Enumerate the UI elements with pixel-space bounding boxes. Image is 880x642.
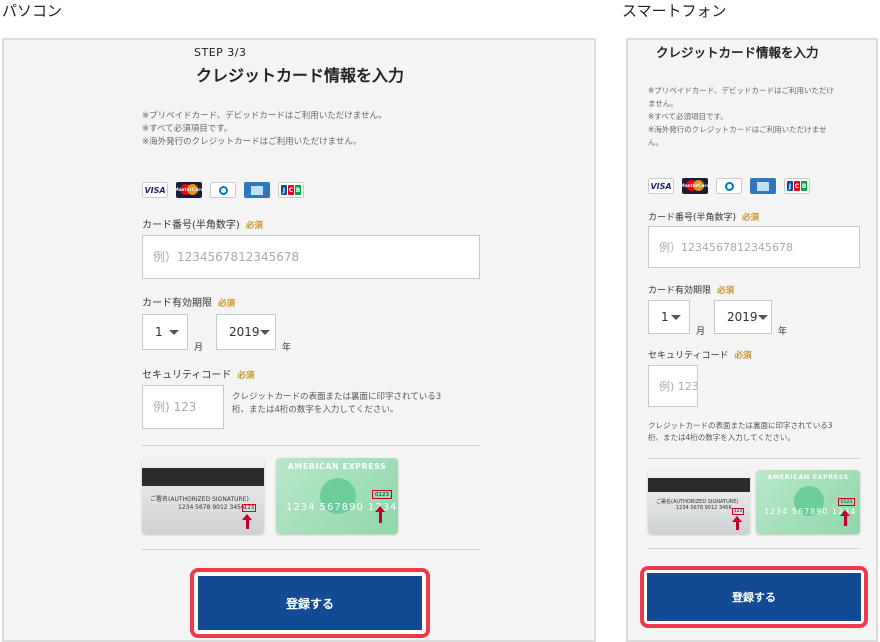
pc-label: パソコン xyxy=(2,2,63,20)
magnetic-stripe xyxy=(142,468,264,486)
year-unit: 年 xyxy=(282,343,292,353)
required-badge: 必須 xyxy=(742,213,760,223)
month-select[interactable]: 1 xyxy=(648,300,690,334)
card-back-image: ご署名(AUTHORIZED SIGNATURE) 1234 5678 9012… xyxy=(648,470,750,534)
arrow-up-icon xyxy=(246,520,249,529)
visa-icon: VISA xyxy=(648,178,674,194)
note-line: ※プリペイドカード、デビッドカードはご利用いただけ xyxy=(648,86,834,95)
arrow-up-icon xyxy=(379,512,382,523)
chevron-down-icon xyxy=(671,314,681,320)
submit-button[interactable]: 登録する xyxy=(647,573,861,621)
card-number-input[interactable] xyxy=(659,240,859,254)
amex-card-image: AMERICAN EXPRESS 1234 567890 1234 0123 xyxy=(276,458,398,534)
chevron-down-icon xyxy=(169,329,179,335)
pc-panel: STEP 3/3 クレジットカード情報を入力 ※プリペイドカード、デビッドカード… xyxy=(2,38,596,642)
magnetic-stripe xyxy=(648,478,750,492)
required-badge: 必須 xyxy=(218,299,236,309)
page-title: クレジットカード情報を入力 xyxy=(656,45,819,60)
notes: ※プリペイドカード、デビッドカードはご利用いただけません。 ※すべて必須項目です… xyxy=(142,110,387,149)
year-unit: 年 xyxy=(778,327,788,337)
card-number-label: カード番号(半角数字) 必須 xyxy=(142,220,263,231)
submit-button[interactable]: 登録する xyxy=(198,576,422,630)
security-code-highlight: 123 xyxy=(732,508,744,515)
security-code-input-wrap[interactable] xyxy=(142,385,224,429)
mastercard-icon: MasterCard xyxy=(680,178,710,194)
amex-brand-text: AMERICAN EXPRESS xyxy=(287,462,387,471)
expiry-label: カード有効期限 必須 xyxy=(142,298,236,309)
divider xyxy=(142,445,480,446)
step-indicator: STEP 3/3 xyxy=(194,46,247,59)
chevron-down-icon xyxy=(259,329,270,335)
month-unit: 月 xyxy=(194,343,204,353)
amex-brand-text: AMERICAN EXPRESS xyxy=(767,473,849,481)
chevron-down-icon xyxy=(757,314,768,320)
note-line: ※海外発行のクレジットカードはご利用いただけませ xyxy=(648,125,827,134)
note-line: ません。 xyxy=(648,99,678,108)
card-brands: VISA MasterCard JCB xyxy=(648,178,810,194)
amex-icon xyxy=(750,178,776,194)
divider xyxy=(142,549,480,550)
divider xyxy=(648,458,860,459)
card-number-input-wrap[interactable] xyxy=(142,235,480,279)
visa-icon: VISA xyxy=(142,182,168,198)
security-code-input-wrap[interactable] xyxy=(648,365,698,407)
required-badge: 必須 xyxy=(245,221,263,231)
jcb-icon: JCB xyxy=(784,178,810,194)
security-code-label: セキュリティコード 必須 xyxy=(142,370,255,381)
diners-icon xyxy=(210,182,236,198)
signature-label: ご署名(AUTHORIZED SIGNATURE) xyxy=(656,499,739,505)
card-number-label: カード番号(半角数字) 必須 xyxy=(648,213,760,223)
amex-card-image: AMERICAN EXPRESS 1234 567890 1234 0123 xyxy=(756,470,860,534)
security-code-highlight: 0123 xyxy=(838,498,855,506)
amex-icon xyxy=(244,182,270,198)
note-line: ※海外発行のクレジットカードはご利用いただけません。 xyxy=(142,137,362,147)
security-code-input[interactable] xyxy=(659,379,697,393)
card-back-image: ご署名(AUTHORIZED SIGNATURE) 1234 5678 9012… xyxy=(142,458,264,534)
divider xyxy=(648,548,860,549)
card-number-input-wrap[interactable] xyxy=(648,226,860,268)
diners-icon xyxy=(716,178,742,194)
month-unit: 月 xyxy=(696,327,706,337)
signature-label: ご署名(AUTHORIZED SIGNATURE) xyxy=(150,496,249,503)
security-code-help: クレジットカードの表面または裏面に印字されている3 桁、または4桁の数字を入力し… xyxy=(232,392,442,415)
card-brands: VISA MasterCard JCB xyxy=(142,182,304,198)
note-line: ※すべて必須項目です。 xyxy=(142,124,233,134)
smartphone-label: スマートフォン xyxy=(622,2,727,20)
notes: ※プリペイドカード、デビッドカードはご利用いただけ ません。 ※すべて必須項目で… xyxy=(648,84,834,149)
expiry-label: カード有効期限 必須 xyxy=(648,286,735,296)
required-badge: 必須 xyxy=(237,371,255,381)
year-select[interactable]: 2019 xyxy=(714,300,772,334)
jcb-icon: JCB xyxy=(278,182,304,198)
security-code-help: クレジットカードの表面または裏面に印字されている3 桁、または4桁の数字を入力し… xyxy=(648,421,833,442)
arrow-up-icon xyxy=(844,516,847,526)
month-select[interactable]: 1 xyxy=(142,314,188,350)
note-line: ※すべて必須項目です。 xyxy=(648,112,728,121)
year-select[interactable]: 2019 xyxy=(216,314,276,350)
card-number-input[interactable] xyxy=(153,250,479,264)
smartphone-panel: クレジットカード情報を入力 ※プリペイドカード、デビッドカードはご利用いただけ … xyxy=(626,38,878,642)
required-badge: 必須 xyxy=(734,351,752,361)
security-code-highlight: 0123 xyxy=(372,490,392,499)
mastercard-icon: MasterCard xyxy=(174,182,204,198)
security-code-label: セキュリティコード 必須 xyxy=(648,351,752,361)
note-line: ん。 xyxy=(648,138,663,147)
required-badge: 必須 xyxy=(717,286,735,296)
note-line: ※プリペイドカード、デビッドカードはご利用いただけません。 xyxy=(142,111,387,121)
security-code-input[interactable] xyxy=(153,400,223,414)
arrow-up-icon xyxy=(736,522,739,530)
security-code-highlight: 123 xyxy=(242,504,256,512)
page-title: クレジットカード情報を入力 xyxy=(196,66,405,85)
